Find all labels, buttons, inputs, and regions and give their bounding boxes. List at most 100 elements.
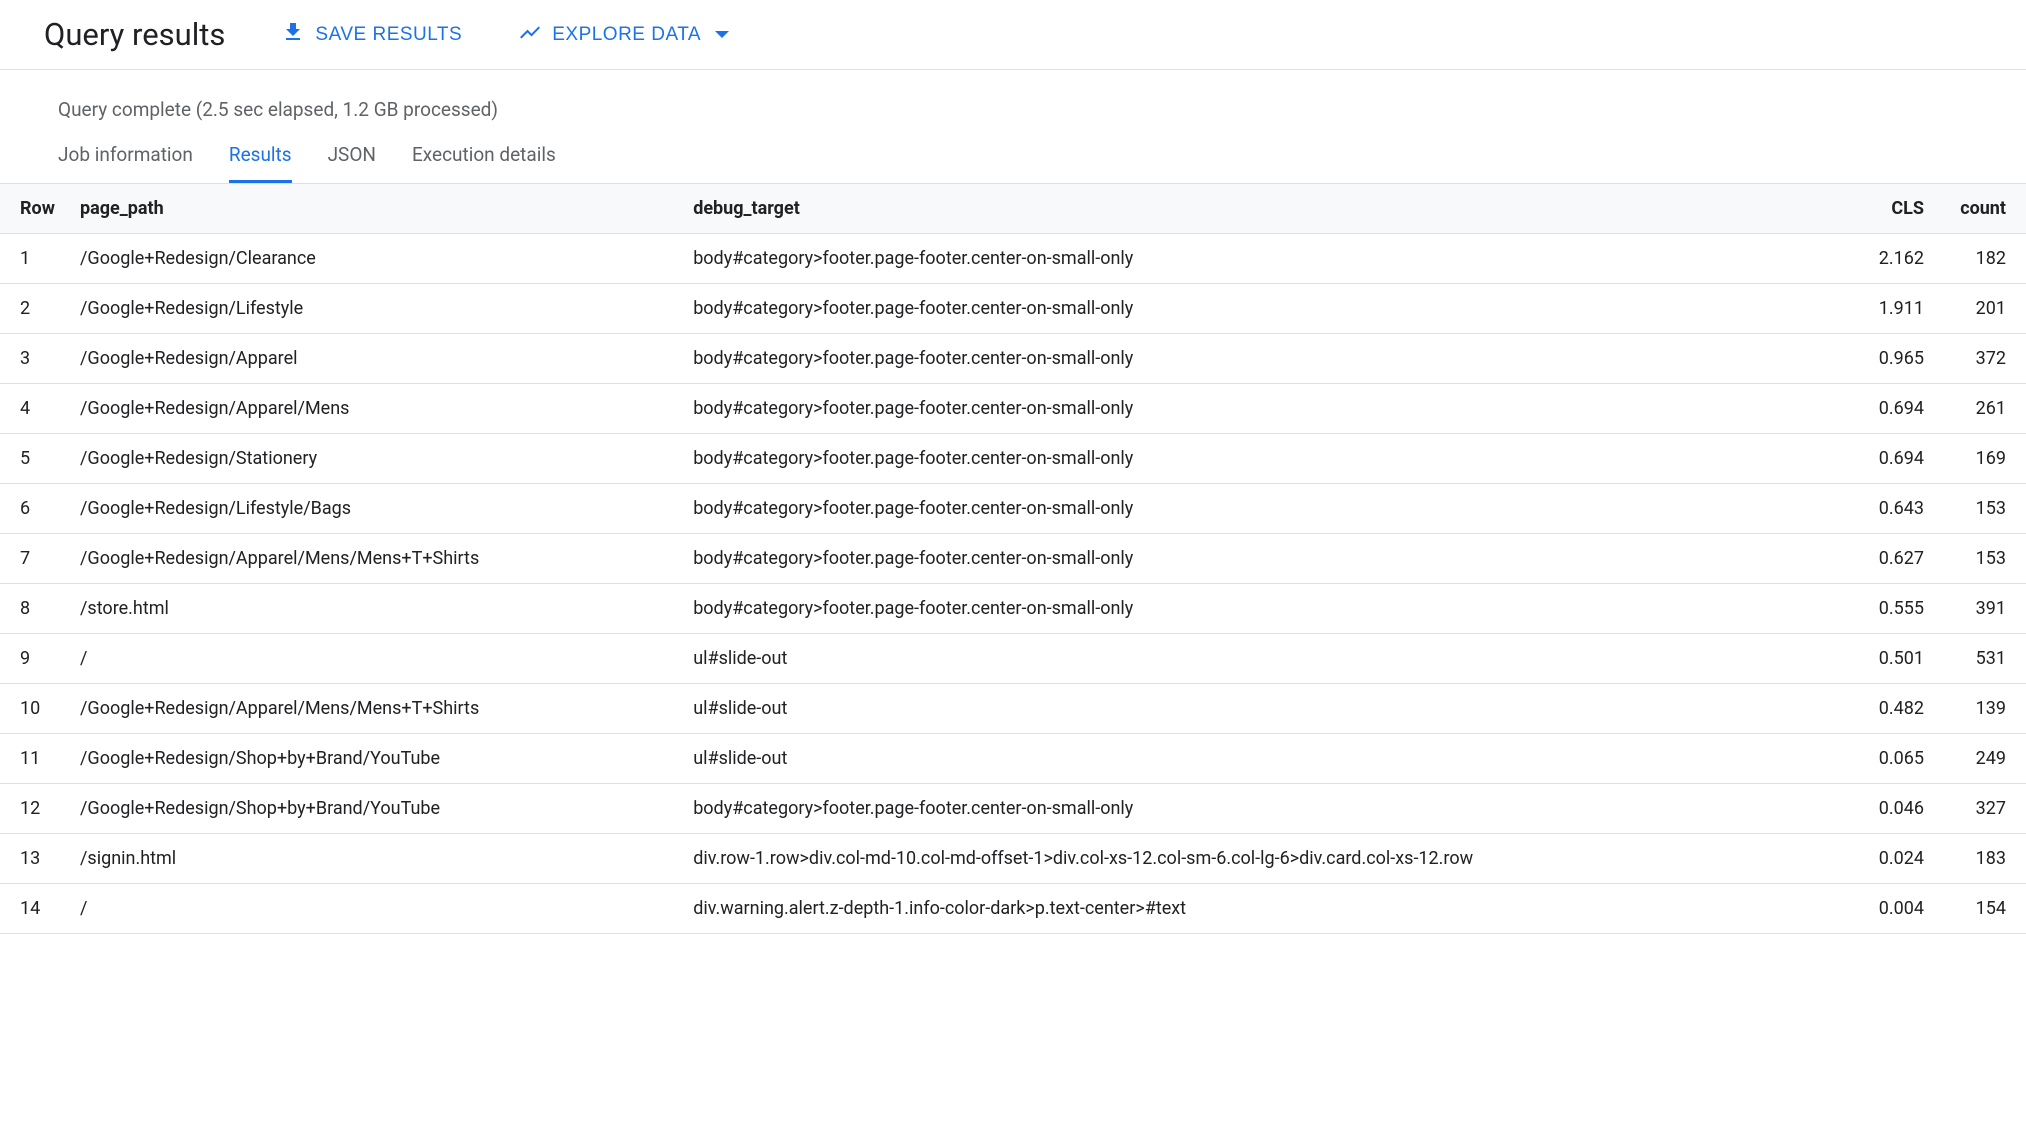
table-header: Row page_path debug_target CLS count xyxy=(0,184,2026,234)
cell-row: 8 xyxy=(0,584,68,634)
save-results-button[interactable]: SAVE RESULTS xyxy=(281,20,462,50)
table-row[interactable]: 1/Google+Redesign/Clearancebody#category… xyxy=(0,234,2026,284)
cell-row: 7 xyxy=(0,534,68,584)
col-count[interactable]: count xyxy=(1936,184,2026,234)
col-page-path[interactable]: page_path xyxy=(68,184,681,234)
cell-debug-target: ul#slide-out xyxy=(681,734,1846,784)
table-row[interactable]: 12/Google+Redesign/Shop+by+Brand/YouTube… xyxy=(0,784,2026,834)
cell-count: 261 xyxy=(1936,384,2026,434)
col-row[interactable]: Row xyxy=(0,184,68,234)
cell-row: 1 xyxy=(0,234,68,284)
cell-page-path: /Google+Redesign/Shop+by+Brand/YouTube xyxy=(68,734,681,784)
cell-row: 3 xyxy=(0,334,68,384)
cell-debug-target: ul#slide-out xyxy=(681,634,1846,684)
cell-page-path: /Google+Redesign/Apparel/Mens/Mens+T+Shi… xyxy=(68,534,681,584)
cell-count: 391 xyxy=(1936,584,2026,634)
cell-count: 372 xyxy=(1936,334,2026,384)
cell-count: 154 xyxy=(1936,884,2026,934)
cell-count: 531 xyxy=(1936,634,2026,684)
table-row[interactable]: 3/Google+Redesign/Apparelbody#category>f… xyxy=(0,334,2026,384)
chevron-down-icon xyxy=(715,31,729,38)
cell-debug-target: body#category>footer.page-footer.center-… xyxy=(681,284,1846,334)
cell-page-path: /Google+Redesign/Stationery xyxy=(68,434,681,484)
cell-row: 4 xyxy=(0,384,68,434)
cell-row: 9 xyxy=(0,634,68,684)
results-table: Row page_path debug_target CLS count 1/G… xyxy=(0,184,2026,934)
cell-page-path: /Google+Redesign/Apparel xyxy=(68,334,681,384)
cell-debug-target: body#category>footer.page-footer.center-… xyxy=(681,534,1846,584)
tab-execution-details[interactable]: Execution details xyxy=(412,143,556,183)
explore-data-button[interactable]: EXPLORE DATA xyxy=(518,20,729,50)
table-row[interactable]: 5/Google+Redesign/Stationerybody#categor… xyxy=(0,434,2026,484)
table-row[interactable]: 9/ul#slide-out0.501531 xyxy=(0,634,2026,684)
col-cls[interactable]: CLS xyxy=(1846,184,1936,234)
table-row[interactable]: 13/signin.htmldiv.row-1.row>div.col-md-1… xyxy=(0,834,2026,884)
cell-cls: 0.643 xyxy=(1846,484,1936,534)
cell-row: 6 xyxy=(0,484,68,534)
cell-count: 139 xyxy=(1936,684,2026,734)
cell-page-path: /Google+Redesign/Clearance xyxy=(68,234,681,284)
cell-page-path: /signin.html xyxy=(68,834,681,884)
status-text: Query complete (2.5 sec elapsed, 1.2 GB … xyxy=(58,98,1968,121)
status-area: Query complete (2.5 sec elapsed, 1.2 GB … xyxy=(0,70,2026,121)
cell-page-path: /Google+Redesign/Shop+by+Brand/YouTube xyxy=(68,784,681,834)
header: Query results SAVE RESULTS EXPLORE DATA xyxy=(0,0,2026,70)
table-row[interactable]: 6/Google+Redesign/Lifestyle/Bagsbody#cat… xyxy=(0,484,2026,534)
cell-row: 10 xyxy=(0,684,68,734)
cell-page-path: / xyxy=(68,634,681,684)
explore-data-label: EXPLORE DATA xyxy=(552,24,701,46)
cell-debug-target: body#category>footer.page-footer.center-… xyxy=(681,784,1846,834)
cell-count: 327 xyxy=(1936,784,2026,834)
cell-row: 2 xyxy=(0,284,68,334)
cell-cls: 0.694 xyxy=(1846,384,1936,434)
table-body: 1/Google+Redesign/Clearancebody#category… xyxy=(0,234,2026,934)
cell-page-path: /store.html xyxy=(68,584,681,634)
cell-debug-target: body#category>footer.page-footer.center-… xyxy=(681,584,1846,634)
table-row[interactable]: 8/store.htmlbody#category>footer.page-fo… xyxy=(0,584,2026,634)
cell-row: 14 xyxy=(0,884,68,934)
chart-icon xyxy=(518,20,542,50)
table-row[interactable]: 2/Google+Redesign/Lifestylebody#category… xyxy=(0,284,2026,334)
table-row[interactable]: 10/Google+Redesign/Apparel/Mens/Mens+T+S… xyxy=(0,684,2026,734)
cell-count: 153 xyxy=(1936,484,2026,534)
cell-row: 12 xyxy=(0,784,68,834)
cell-cls: 1.911 xyxy=(1846,284,1936,334)
cell-row: 5 xyxy=(0,434,68,484)
cell-cls: 0.965 xyxy=(1846,334,1936,384)
cell-row: 11 xyxy=(0,734,68,784)
cell-cls: 0.555 xyxy=(1846,584,1936,634)
cell-row: 13 xyxy=(0,834,68,884)
page-title: Query results xyxy=(44,16,225,53)
cell-debug-target: body#category>footer.page-footer.center-… xyxy=(681,234,1846,284)
table-row[interactable]: 4/Google+Redesign/Apparel/Mensbody#categ… xyxy=(0,384,2026,434)
cell-debug-target: div.warning.alert.z-depth-1.info-color-d… xyxy=(681,884,1846,934)
cell-cls: 0.694 xyxy=(1846,434,1936,484)
table-row[interactable]: 7/Google+Redesign/Apparel/Mens/Mens+T+Sh… xyxy=(0,534,2026,584)
col-debug-target[interactable]: debug_target xyxy=(681,184,1846,234)
tab-results[interactable]: Results xyxy=(229,143,292,183)
cell-page-path: /Google+Redesign/Lifestyle/Bags xyxy=(68,484,681,534)
cell-debug-target: body#category>footer.page-footer.center-… xyxy=(681,484,1846,534)
cell-page-path: /Google+Redesign/Apparel/Mens xyxy=(68,384,681,434)
cell-cls: 2.162 xyxy=(1846,234,1936,284)
tab-json[interactable]: JSON xyxy=(328,143,376,183)
cell-cls: 0.627 xyxy=(1846,534,1936,584)
cell-cls: 0.024 xyxy=(1846,834,1936,884)
cell-count: 169 xyxy=(1936,434,2026,484)
cell-cls: 0.482 xyxy=(1846,684,1936,734)
cell-page-path: /Google+Redesign/Lifestyle xyxy=(68,284,681,334)
cell-cls: 0.004 xyxy=(1846,884,1936,934)
cell-debug-target: body#category>footer.page-footer.center-… xyxy=(681,384,1846,434)
cell-page-path: /Google+Redesign/Apparel/Mens/Mens+T+Shi… xyxy=(68,684,681,734)
table-row[interactable]: 11/Google+Redesign/Shop+by+Brand/YouTube… xyxy=(0,734,2026,784)
table-row[interactable]: 14/div.warning.alert.z-depth-1.info-colo… xyxy=(0,884,2026,934)
tab-job-information[interactable]: Job information xyxy=(58,143,193,183)
cell-cls: 0.501 xyxy=(1846,634,1936,684)
cell-count: 249 xyxy=(1936,734,2026,784)
cell-debug-target: ul#slide-out xyxy=(681,684,1846,734)
cell-count: 183 xyxy=(1936,834,2026,884)
cell-count: 182 xyxy=(1936,234,2026,284)
download-icon xyxy=(281,20,305,50)
cell-debug-target: body#category>footer.page-footer.center-… xyxy=(681,334,1846,384)
cell-debug-target: body#category>footer.page-footer.center-… xyxy=(681,434,1846,484)
